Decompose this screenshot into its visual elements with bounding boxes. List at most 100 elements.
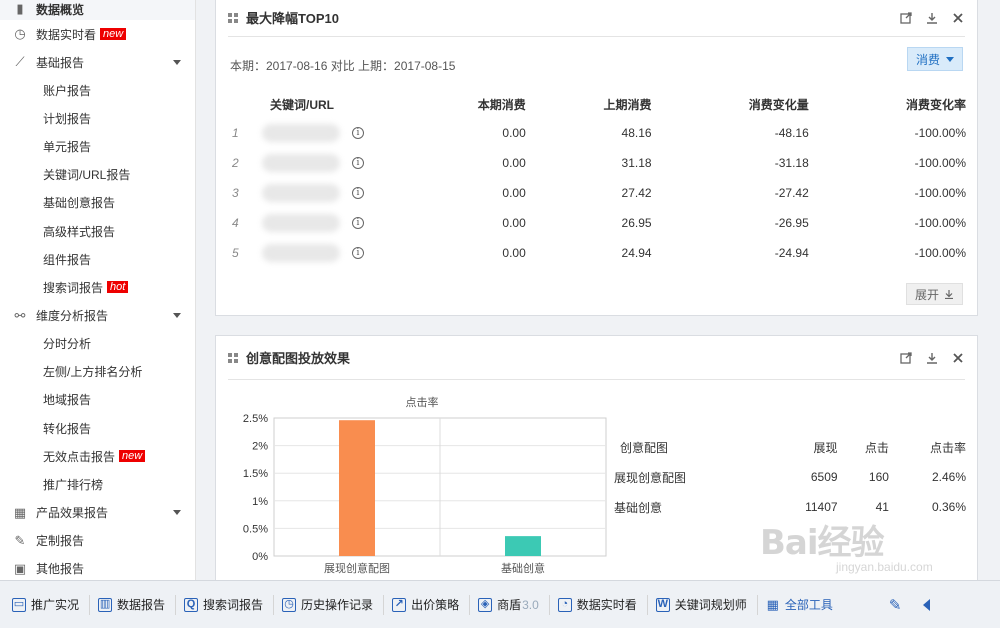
sidebar-item-label: 账户报告 [43,83,92,98]
sidebar-item-label: 基础报告 [36,55,85,70]
toolbar-item-label: 数据实时看 [576,598,637,612]
sidebar-item[interactable]: ◷ 数据实时看 new [0,20,195,48]
toolbar-item-label: 商盾 [497,598,522,612]
toolbar-item[interactable]: ◔ 数据实时看 [550,594,648,615]
sidebar-subitem[interactable]: 高级样式报告 [0,217,195,245]
sidebar-subitem[interactable]: 分时分析 [0,330,195,358]
column-header[interactable]: 消费变化量 [652,90,809,118]
shield-icon: ◈ [478,597,493,612]
drag-handle-icon[interactable] [228,12,238,23]
sidebar-subitem[interactable]: 计划报告 [0,104,195,132]
download-icon[interactable] [925,351,939,365]
sidebar-item-label: 产品效果报告 [36,506,109,521]
sidebar-item-label: 数据实时看 [36,27,97,42]
sidebar-subitem[interactable]: 账户报告 [0,76,195,104]
sidebar-item[interactable]: ▦ 产品效果报告 [0,499,195,527]
info-icon[interactable]: i [352,127,364,139]
keyword-cell: i [260,148,400,178]
ctr-cell: 0.36% [931,500,966,514]
sidebar-item-label: 基础创意报告 [43,196,116,211]
toolbar-item-label: 推广实况 [31,598,80,612]
x-tick-label: 基础创意 [501,561,545,575]
creative-name-cell: 基础创意 [614,500,663,515]
top10-table: 关键词/URL 本期消费 上期消费 消费变化量 消费变化率 1 i 0.00 48.1… [230,90,966,268]
pencil-edit-icon[interactable]: ✎ [889,596,902,614]
download-icon[interactable] [925,11,939,25]
sidebar-subitem[interactable]: 搜索词报告 hot [0,273,195,301]
monitor-icon: ▭ [12,597,26,612]
open-external-icon[interactable] [899,11,913,25]
sidebar-item-label: 组件报告 [43,252,92,267]
table-row: 1 i 0.00 48.16 -48.16 -100.00% [230,118,966,148]
metric-dropdown[interactable]: 消费 [907,47,963,71]
toolbar-item-label: 搜索词报告 [203,598,264,612]
report-chart-icon: ▥ [98,597,113,612]
column-header[interactable]: 关键词/URL [230,90,400,118]
sidebar-subitem[interactable]: 推广排行榜 [0,470,195,498]
info-icon[interactable]: i [352,247,364,259]
toolbar-item[interactable]: ◷ 历史操作记录 [274,594,385,615]
drag-handle-icon[interactable] [228,352,238,363]
toolbar-item[interactable]: Q 搜索词报告 [176,594,275,615]
sidebar-item[interactable]: ✎ 定制报告 [0,527,195,555]
toolbar-item[interactable]: ▦ 全部工具 [758,595,843,615]
cost-change-rate-cell: -100.00% [914,246,966,260]
row-index: 1 [232,126,239,140]
toolbar-item-label: 关键词规划师 [674,598,747,612]
sidebar-subitem[interactable]: 组件报告 [0,245,195,273]
sidebar-item[interactable]: ⚯ 维度分析报告 [0,302,195,330]
calculator-icon: ▦ [13,504,27,520]
sidebar-subitem[interactable]: 地域报告 [0,386,195,414]
sidebar-item-label: 分时分析 [43,337,92,352]
sidebar-subitem[interactable]: 基础创意报告 [0,189,195,217]
sidebar-subitem[interactable]: 关键词/URL报告 [0,161,195,189]
toolbar-item[interactable]: ◈ 商盾 3.0 [470,594,550,615]
caret-down-icon[interactable] [173,59,181,65]
sidebar-subitem[interactable]: 左侧/上方排名分析 [0,358,195,386]
sidebar-item-label: 搜索词报告 [43,280,104,295]
column-header[interactable]: 本期消费 [400,90,526,118]
expand-button[interactable]: 展开 [905,283,963,305]
info-icon[interactable]: i [352,217,364,229]
close-icon[interactable] [951,11,965,25]
sidebar-subitem[interactable]: 无效点击报告 new [0,442,195,470]
sidebar-item-label: 左侧/上方排名分析 [43,365,143,380]
toolbar-item-label: 出价策略 [411,598,460,612]
sidebar-item[interactable]: ▣ 其他报告 [0,555,195,580]
caret-down-icon[interactable] [173,510,181,516]
line-chart-icon: ⟋ [15,54,25,69]
sidebar-item[interactable]: ⟋ 基础报告 [0,48,195,76]
top10-card-header: 最大降幅TOP10 [228,0,965,37]
redacted-keyword [262,214,340,232]
toolbar-item[interactable]: ▥ 数据报告 [90,594,177,615]
clicks-cell: 160 [868,470,889,484]
column-header: 展现 [813,440,838,455]
stopwatch-icon: ◷ [14,26,26,41]
column-header: 创意配图 [620,440,669,455]
toolbar-item[interactable]: ▭ 推广实况 [4,594,91,615]
toolbar-item[interactable]: W 关键词规划师 [648,594,758,615]
toolbar-item-label: 数据报告 [117,598,166,612]
toolbar-item[interactable]: ↗ 出价策略 [384,594,471,615]
info-icon[interactable]: i [352,187,364,199]
previous-cost-cell: 26.95 [621,216,652,230]
sidebar-subitem[interactable]: 转化报告 [0,414,195,442]
open-external-icon[interactable] [899,351,913,365]
ctr-cell: 2.46% [931,470,966,484]
cost-change-cell: -26.95 [774,216,809,230]
clicks-cell: 41 [875,500,889,514]
sidebar-subitem[interactable]: 单元报告 [0,132,195,160]
sidebar-item[interactable]: ▮ 数据概览 [0,0,195,20]
table-row: 2 i 0.00 31.18 -31.18 -100.00% [230,148,966,178]
caret-down-icon[interactable] [173,313,181,318]
y-tick-label: 2% [252,441,268,453]
info-icon[interactable]: i [352,157,364,169]
close-icon[interactable] [951,351,965,365]
previous-cost-cell: 31.18 [621,156,652,170]
top10-card: 最大降幅TOP10 本期：2017-08-16 对比 上期：2017-08-15… [215,0,978,316]
current-cost-cell: 0.00 [502,246,526,260]
collapse-left-icon[interactable] [923,598,931,611]
column-header[interactable]: 消费变化率 [809,90,966,118]
toolbar-item-suffix: 3.0 [522,597,539,612]
column-header[interactable]: 上期消费 [526,90,652,118]
